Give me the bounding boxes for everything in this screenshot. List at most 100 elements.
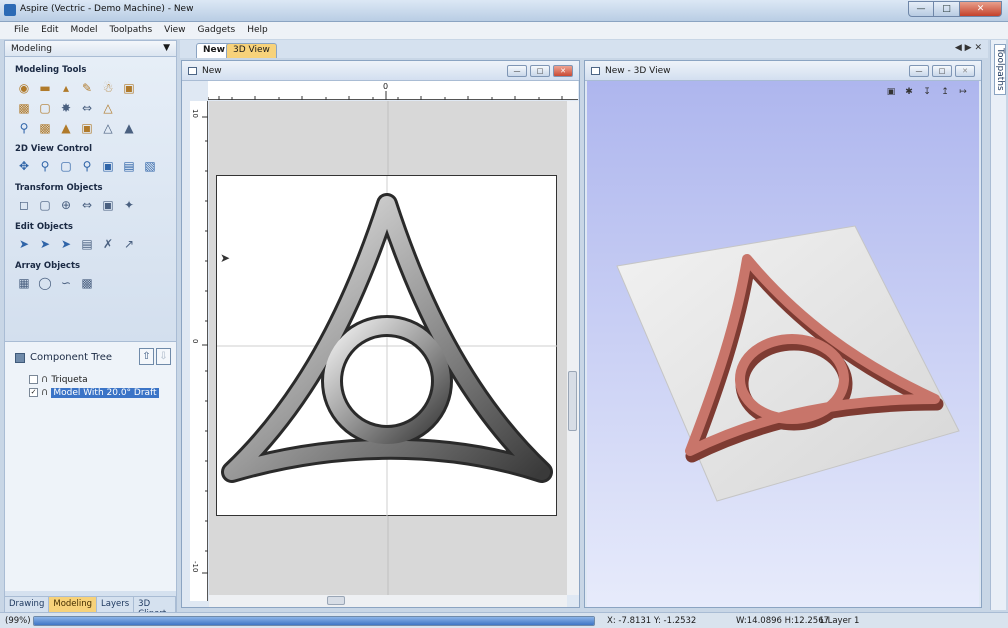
view-3d-titlebar: New - 3D View — □ ✕ bbox=[585, 61, 981, 81]
lock-model-icon[interactable]: ▣ bbox=[78, 119, 96, 137]
modeling-tools-row-1: ◉ ▬ ▴ ✎ ☃ ▣ bbox=[15, 79, 138, 97]
maximize-button[interactable]: □ bbox=[934, 1, 960, 17]
fit-page-icon[interactable]: ▤ bbox=[120, 157, 138, 175]
minimize-button[interactable]: — bbox=[908, 1, 934, 17]
slice-icon[interactable]: △ bbox=[99, 119, 117, 137]
status-bar: (99%) X: -7.8131 Y: -1.2532 W:14.0896 H:… bbox=[0, 612, 1008, 628]
node-edit-icon[interactable]: ➤ bbox=[36, 235, 54, 253]
drawing-canvas[interactable]: ➤ bbox=[209, 101, 567, 595]
view-2d-window: New — □ ✕ 0 10 0 -10 ➤ bbox=[181, 60, 580, 608]
horizontal-scrollbar[interactable] bbox=[209, 595, 567, 607]
tree-item-model[interactable]: ✓ ∩ Model With 20.0° Draft bbox=[29, 387, 159, 398]
interactive-icon[interactable]: ▤ bbox=[78, 235, 96, 253]
menu-bar: File Edit Model Toolpaths View Gadgets H… bbox=[0, 22, 1008, 39]
ruler-label-0: 0 bbox=[191, 339, 199, 344]
tab-modeling[interactable]: Modeling bbox=[49, 597, 98, 612]
component-tree-icon bbox=[15, 352, 25, 363]
distort-icon[interactable]: ▣ bbox=[99, 196, 117, 214]
restore-button[interactable]: □ bbox=[932, 65, 952, 77]
circular-copy-icon[interactable]: ◯ bbox=[36, 274, 54, 292]
progress-fill bbox=[34, 617, 594, 625]
array-objects-row: ▦ ◯ ∽ ▩ bbox=[15, 274, 96, 292]
extrude-icon[interactable]: ▴ bbox=[57, 79, 75, 97]
tilt-icon[interactable]: △ bbox=[99, 99, 117, 117]
toolpaths-tab[interactable]: Toolpaths bbox=[994, 44, 1006, 95]
nesting-icon[interactable]: ▩ bbox=[78, 274, 96, 292]
horizontal-scroll-thumb[interactable] bbox=[327, 596, 345, 605]
pin-icon[interactable]: ▼ bbox=[163, 43, 170, 53]
menu-file[interactable]: File bbox=[8, 22, 35, 39]
component-icon: ∩ bbox=[41, 374, 49, 385]
view-3d-controls: — □ ✕ bbox=[909, 65, 975, 77]
close-button[interactable]: ✕ bbox=[960, 1, 1002, 17]
bake-icon[interactable]: ▲ bbox=[120, 119, 138, 137]
view-control-title: 2D View Control bbox=[15, 144, 92, 154]
menu-edit[interactable]: Edit bbox=[35, 22, 64, 39]
trim-icon[interactable]: ✗ bbox=[99, 235, 117, 253]
menu-gadgets[interactable]: Gadgets bbox=[192, 22, 242, 39]
menu-toolpaths[interactable]: Toolpaths bbox=[104, 22, 159, 39]
zoom-box-icon[interactable]: ▢ bbox=[57, 157, 75, 175]
component-from-bitmap-icon[interactable]: ▣ bbox=[120, 79, 138, 97]
material-sheet[interactable] bbox=[216, 175, 558, 517]
pan-icon[interactable]: ✥ bbox=[15, 157, 33, 175]
move-down-icon[interactable]: ⇩ bbox=[156, 348, 171, 365]
move-up-icon[interactable]: ⇧ bbox=[139, 348, 154, 365]
shape-creation-icon[interactable]: ◉ bbox=[15, 79, 33, 97]
fade-icon[interactable]: ▢ bbox=[36, 99, 54, 117]
fit-width-icon[interactable]: ▣ bbox=[99, 157, 117, 175]
menu-model[interactable]: Model bbox=[65, 22, 104, 39]
scale-icon[interactable]: ▢ bbox=[36, 196, 54, 214]
create-texture-icon[interactable]: ▩ bbox=[15, 99, 33, 117]
selection-size: W:14.0896 H:12.2567 bbox=[736, 616, 830, 626]
measure-icon[interactable]: ↗ bbox=[120, 235, 138, 253]
menu-help[interactable]: Help bbox=[241, 22, 274, 39]
close-button[interactable]: ✕ bbox=[955, 65, 975, 77]
move-icon[interactable]: ◻ bbox=[15, 196, 33, 214]
view-3d-title: New - 3D View bbox=[605, 66, 671, 76]
panel-header: Modeling ▼ bbox=[5, 41, 176, 57]
view-2d-title: New bbox=[202, 66, 222, 76]
minimize-button[interactable]: — bbox=[507, 65, 527, 77]
restore-button[interactable]: □ bbox=[530, 65, 550, 77]
view-3d-window: New - 3D View — □ ✕ ▣ ✱ ↧ ↥ ↦ bbox=[584, 60, 982, 608]
tree-item-triqueta[interactable]: ∩ Triqueta bbox=[29, 374, 88, 385]
view-3d-canvas[interactable]: ▣ ✱ ↧ ↥ ↦ bbox=[587, 81, 979, 607]
vertical-scroll-thumb[interactable] bbox=[568, 371, 577, 431]
minimize-button[interactable]: — bbox=[909, 65, 929, 77]
tab-drawing[interactable]: Drawing bbox=[5, 597, 50, 612]
transform-select-icon[interactable]: ➤ bbox=[57, 235, 75, 253]
vertical-scrollbar[interactable] bbox=[567, 101, 579, 595]
sculpt-icon[interactable]: ☃ bbox=[99, 79, 117, 97]
wrench-icon[interactable]: ⚲ bbox=[15, 119, 33, 137]
modeling-panel: Modeling ▼ Modeling Tools ◉ ▬ ▴ ✎ ☃ ▣ ▩ … bbox=[4, 40, 177, 619]
title-bar: Aspire (Vectric - Demo Machine) - New — … bbox=[0, 0, 1008, 22]
tree-item-label: Triqueta bbox=[51, 374, 88, 385]
zoom-icon[interactable]: ⚲ bbox=[78, 157, 96, 175]
dome-icon[interactable]: ▲ bbox=[57, 119, 75, 137]
ruler-label-10: 10 bbox=[191, 109, 199, 118]
visibility-checkbox[interactable] bbox=[29, 375, 38, 384]
zoom-in-icon[interactable]: ⚲ bbox=[36, 157, 54, 175]
two-rail-sweep-icon[interactable]: ▬ bbox=[36, 79, 54, 97]
close-button[interactable]: ✕ bbox=[553, 65, 573, 77]
component-icon: ∩ bbox=[41, 387, 49, 398]
tab-nav-icons[interactable]: ◀ ▶ ✕ bbox=[955, 43, 982, 53]
visibility-checkbox[interactable]: ✓ bbox=[29, 388, 38, 397]
mirror-icon[interactable]: ⇔ bbox=[78, 99, 96, 117]
menu-view[interactable]: View bbox=[158, 22, 191, 39]
create-shape-icon[interactable]: ✎ bbox=[78, 79, 96, 97]
align-icon[interactable]: ✦ bbox=[120, 196, 138, 214]
tab-layers[interactable]: Layers bbox=[97, 597, 135, 612]
flip-icon[interactable]: ⇔ bbox=[78, 196, 96, 214]
copy-along-vector-icon[interactable]: ∽ bbox=[57, 274, 75, 292]
tab-3d-clipart[interactable]: 3D Clipart bbox=[134, 597, 176, 619]
rotate-icon[interactable]: ⊕ bbox=[57, 196, 75, 214]
bitmap-texture-icon[interactable]: ▩ bbox=[36, 119, 54, 137]
toggle-view-icon[interactable]: ▧ bbox=[141, 157, 159, 175]
select-icon[interactable]: ➤ bbox=[15, 235, 33, 253]
block-copy-icon[interactable]: ▦ bbox=[15, 274, 33, 292]
tab-3d-view[interactable]: 3D View bbox=[226, 43, 277, 58]
ruler-horizontal: 0 bbox=[208, 81, 578, 100]
smooth-icon[interactable]: ✸ bbox=[57, 99, 75, 117]
